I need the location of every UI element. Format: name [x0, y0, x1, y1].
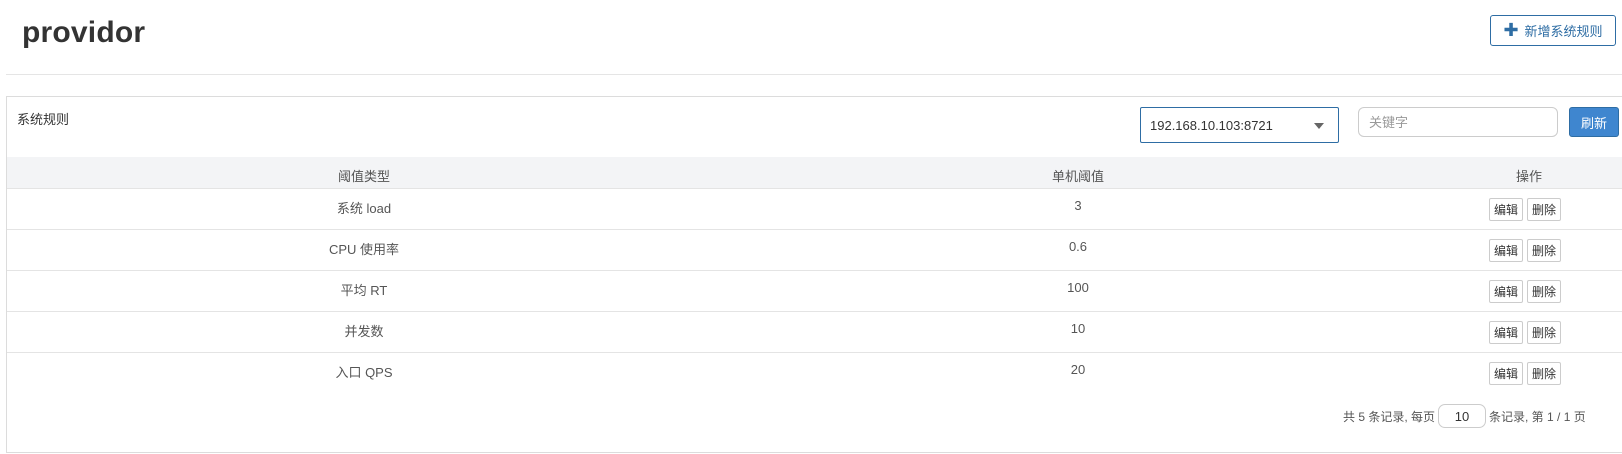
pagination-suffix: 条记录, 第 1 / 1 页: [1489, 409, 1586, 424]
system-rules-panel: 系统规则 192.168.10.103:8721 刷新 阈值类型 单机阈值 操作…: [6, 96, 1622, 453]
row-actions: 编辑 删除: [1489, 362, 1562, 385]
header-divider: [6, 74, 1622, 75]
threshold-value-cell: 20: [1070, 362, 1086, 377]
delete-button[interactable]: 删除: [1527, 321, 1562, 344]
threshold-value-cell: 10: [1070, 321, 1086, 336]
edit-button[interactable]: 编辑: [1489, 198, 1524, 221]
table-row: 平均 RT 100 编辑 删除: [7, 271, 1622, 312]
threshold-type-cell: 系统 load: [336, 201, 392, 216]
row-actions: 编辑 删除: [1489, 280, 1562, 303]
edit-button[interactable]: 编辑: [1489, 321, 1524, 344]
table-row: 系统 load 3 编辑 删除: [7, 189, 1622, 230]
machine-select-value: 192.168.10.103:8721: [1150, 117, 1273, 133]
row-actions: 编辑 删除: [1489, 198, 1562, 221]
delete-button[interactable]: 删除: [1527, 239, 1562, 262]
table-row: CPU 使用率 0.6 编辑 删除: [7, 230, 1622, 271]
add-system-rule-label: 新增系统规则: [1524, 24, 1603, 39]
threshold-type-cell: CPU 使用率: [328, 242, 400, 257]
page-header: providor ✚ 新增系统规则: [0, 0, 1622, 76]
refresh-button[interactable]: 刷新: [1569, 107, 1619, 137]
edit-button[interactable]: 编辑: [1489, 280, 1524, 303]
keyword-search-input[interactable]: [1358, 107, 1558, 137]
delete-button[interactable]: 删除: [1527, 280, 1562, 303]
threshold-value-cell: 3: [1074, 198, 1082, 213]
threshold-type-cell: 并发数: [344, 324, 384, 339]
page-size-input[interactable]: [1438, 404, 1487, 428]
column-header-threshold-value: 单机阈值: [1051, 169, 1104, 184]
edit-button[interactable]: 编辑: [1489, 362, 1524, 385]
column-header-threshold-type: 阈值类型: [337, 169, 390, 184]
threshold-value-cell: 100: [1067, 280, 1089, 295]
table-header: 阈值类型 单机阈值 操作: [7, 157, 1622, 189]
row-actions: 编辑 删除: [1489, 321, 1562, 344]
pagination: 共 5 条记录, 每页 条记录, 第 1 / 1 页: [1343, 404, 1586, 428]
column-header-actions: 操作: [1515, 169, 1542, 184]
machine-select[interactable]: 192.168.10.103:8721: [1140, 107, 1339, 143]
threshold-type-cell: 平均 RT: [340, 283, 388, 298]
threshold-value-cell: 0.6: [1068, 239, 1088, 254]
table-row: 并发数 10 编辑 删除: [7, 312, 1622, 353]
add-system-rule-button[interactable]: ✚ 新增系统规则: [1490, 15, 1616, 46]
delete-button[interactable]: 删除: [1527, 362, 1562, 385]
chevron-down-icon: [1314, 123, 1324, 129]
page-title: providor: [22, 16, 146, 49]
threshold-type-cell: 入口 QPS: [335, 365, 393, 380]
table-row: 入口 QPS 20 编辑 删除: [7, 353, 1622, 394]
delete-button[interactable]: 删除: [1527, 198, 1562, 221]
row-actions: 编辑 删除: [1489, 239, 1562, 262]
pagination-prefix: 共 5 条记录, 每页: [1343, 409, 1436, 424]
plus-icon: ✚: [1503, 19, 1519, 40]
edit-button[interactable]: 编辑: [1489, 239, 1524, 262]
panel-title: 系统规则: [17, 112, 70, 127]
